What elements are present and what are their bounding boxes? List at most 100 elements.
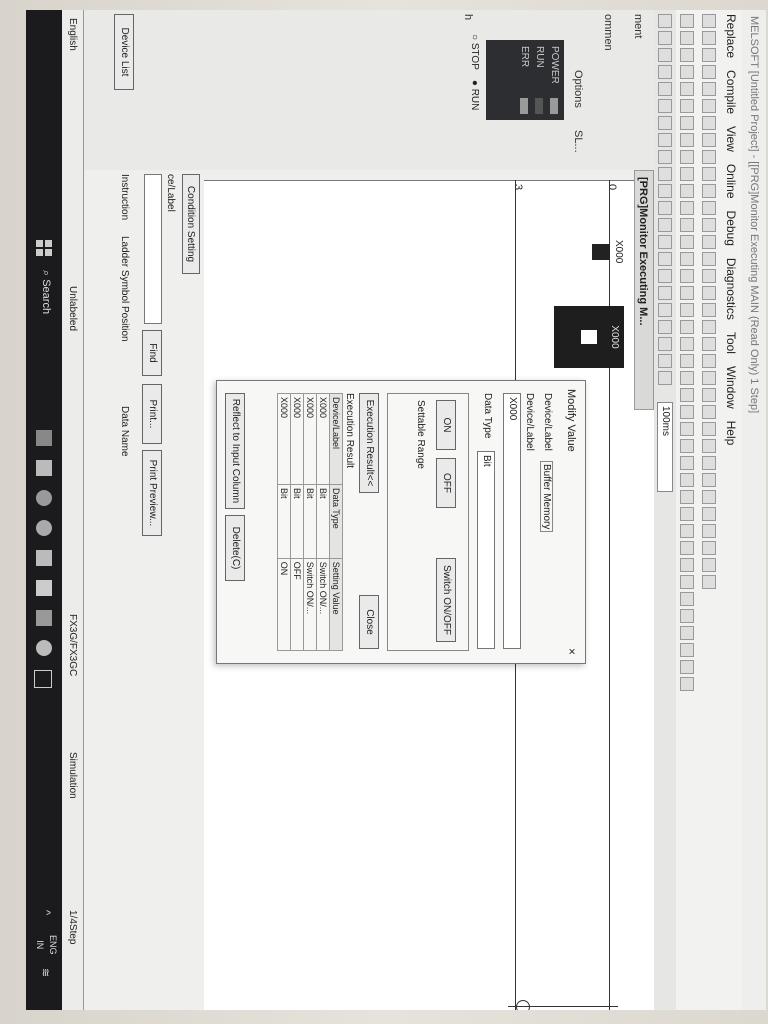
- toolbar-button-icon[interactable]: [680, 14, 694, 28]
- toolbar-button-icon[interactable]: [658, 354, 672, 368]
- delete-button[interactable]: Delete(C): [225, 515, 245, 581]
- menu-compile[interactable]: Compile: [720, 70, 742, 114]
- toolbar-button-icon[interactable]: [702, 575, 716, 589]
- table-row[interactable]: X000 Bit ON: [277, 393, 291, 651]
- menu-help[interactable]: Help: [720, 421, 742, 446]
- toolbar-button-icon[interactable]: [680, 558, 694, 572]
- toolbar-button-icon[interactable]: [658, 82, 672, 96]
- toolbar-button-icon[interactable]: [658, 167, 672, 181]
- toolbar-button-icon[interactable]: [702, 269, 716, 283]
- toolbar-button-icon[interactable]: [658, 116, 672, 130]
- contact-x000-energized[interactable]: X000: [554, 306, 624, 368]
- toolbar-button-icon[interactable]: [702, 558, 716, 572]
- print-preview-button[interactable]: Print Preview...: [142, 450, 162, 536]
- toolbar-button-icon[interactable]: [680, 405, 694, 419]
- toolbar-button-icon[interactable]: [702, 286, 716, 300]
- col-data-type[interactable]: Data Type: [329, 484, 343, 559]
- toolbar-button-icon[interactable]: [680, 507, 694, 521]
- toolbar-button-icon[interactable]: [680, 609, 694, 623]
- find-button[interactable]: Find: [142, 330, 162, 376]
- app-icon[interactable]: [36, 520, 52, 536]
- toolbar-button-icon[interactable]: [658, 252, 672, 266]
- menu-debug[interactable]: Debug: [720, 211, 742, 246]
- toolbar-button-icon[interactable]: [680, 575, 694, 589]
- toolbar-button-icon[interactable]: [658, 48, 672, 62]
- off-button[interactable]: OFF: [436, 458, 456, 508]
- toolbar-button-icon[interactable]: [702, 201, 716, 215]
- input-language-indicator[interactable]: ENG IN: [33, 935, 59, 955]
- toolbar-button-icon[interactable]: [702, 354, 716, 368]
- toolbar-button-icon[interactable]: [658, 235, 672, 249]
- wifi-icon[interactable]: ≋: [39, 968, 52, 977]
- toolbar-button-icon[interactable]: [658, 218, 672, 232]
- toolbar-button-icon[interactable]: [702, 48, 716, 62]
- toolbar-button-icon[interactable]: [702, 14, 716, 28]
- app-icon[interactable]: [34, 670, 52, 688]
- col-instruction[interactable]: Instruction: [119, 174, 130, 220]
- menu-view[interactable]: View: [720, 126, 742, 152]
- toolbar-button-icon[interactable]: [702, 541, 716, 555]
- device-input[interactable]: X000: [503, 393, 521, 649]
- app-icon[interactable]: [36, 610, 52, 626]
- toolbar-button-icon[interactable]: [680, 116, 694, 130]
- data-type-select[interactable]: Bit: [477, 451, 495, 649]
- toolbar-button-icon[interactable]: [680, 456, 694, 470]
- col-position[interactable]: Position: [119, 306, 130, 342]
- tab-device-label[interactable]: Device/Label: [542, 393, 553, 451]
- toolbar-button-icon[interactable]: [658, 99, 672, 113]
- device-list-tab[interactable]: Device List: [114, 14, 134, 90]
- toolbar-button-icon[interactable]: [702, 218, 716, 232]
- toolbar-button-icon[interactable]: [702, 388, 716, 402]
- toolbar-button-icon[interactable]: [680, 286, 694, 300]
- toolbar-button-icon[interactable]: [658, 286, 672, 300]
- toolbar-button-icon[interactable]: [702, 473, 716, 487]
- toolbar-button-icon[interactable]: [658, 65, 672, 79]
- find-input[interactable]: [144, 174, 162, 324]
- toolbar-button-icon[interactable]: [680, 490, 694, 504]
- toolbar-button-icon[interactable]: [702, 371, 716, 385]
- toolbar-button-icon[interactable]: [702, 524, 716, 538]
- radio-run[interactable]: ● RUN: [469, 80, 480, 111]
- toolbar-button-icon[interactable]: [680, 660, 694, 674]
- toolbar-button-icon[interactable]: [680, 252, 694, 266]
- app-icon[interactable]: [36, 580, 52, 596]
- app-icon[interactable]: [36, 490, 52, 506]
- toolbar-button-icon[interactable]: [680, 473, 694, 487]
- program-tab[interactable]: [PRG]Monitor Executing M...: [634, 170, 654, 410]
- toolbar-button-icon[interactable]: [702, 252, 716, 266]
- toolbar-button-icon[interactable]: [658, 31, 672, 45]
- dialog-close-icon[interactable]: ×: [565, 648, 579, 655]
- toolbar-button-icon[interactable]: [702, 82, 716, 96]
- app-icon[interactable]: [36, 460, 52, 476]
- toolbar-button-icon[interactable]: [702, 405, 716, 419]
- toolbar-button-icon[interactable]: [658, 269, 672, 283]
- on-button[interactable]: ON: [436, 400, 456, 450]
- toolbar-button-icon[interactable]: [680, 65, 694, 79]
- toolbar-button-icon[interactable]: [702, 116, 716, 130]
- toolbar-button-icon[interactable]: [658, 337, 672, 351]
- toolbar-button-icon[interactable]: [702, 133, 716, 147]
- toolbar-button-icon[interactable]: [658, 320, 672, 334]
- toolbar-button-icon[interactable]: [702, 65, 716, 79]
- toolbar-button-icon[interactable]: [680, 99, 694, 113]
- toolbar-button-icon[interactable]: [702, 184, 716, 198]
- toolbar-button-icon[interactable]: [658, 371, 672, 385]
- toolbar-button-icon[interactable]: [680, 269, 694, 283]
- app-icon[interactable]: [36, 550, 52, 566]
- toolbar-button-icon[interactable]: [702, 422, 716, 436]
- tab-buffer-memory[interactable]: Buffer Memory: [540, 461, 553, 533]
- radio-stop[interactable]: ○ STOP: [469, 34, 480, 70]
- app-icon[interactable]: [36, 640, 52, 656]
- toolbar-button-icon[interactable]: [680, 354, 694, 368]
- toolbar-button-icon[interactable]: [680, 133, 694, 147]
- col-data-name[interactable]: Data Name: [119, 406, 130, 457]
- toolbar-button-icon[interactable]: [680, 422, 694, 436]
- menu-diagnostics[interactable]: Diagnostics: [720, 258, 742, 320]
- table-row[interactable]: X000 Bit Switch ON/...: [303, 393, 317, 651]
- start-icon[interactable]: [36, 240, 52, 256]
- toolbar-button-icon[interactable]: [680, 626, 694, 640]
- chevron-up-icon[interactable]: ^: [40, 910, 52, 915]
- toolbar-button-icon[interactable]: [680, 541, 694, 555]
- table-row[interactable]: X000 Bit Switch ON/...: [316, 393, 330, 651]
- condition-setting-tab[interactable]: Condition Setting: [182, 174, 200, 274]
